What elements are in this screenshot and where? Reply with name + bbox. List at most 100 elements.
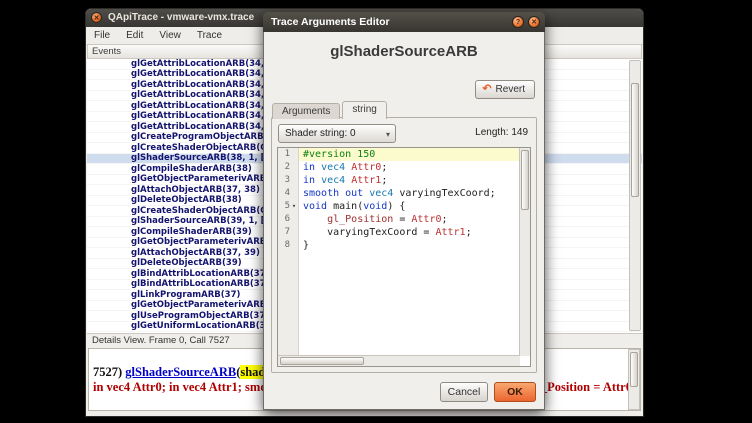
menu-view[interactable]: View xyxy=(151,27,189,44)
length-label: Length: 149 xyxy=(475,127,528,138)
trace-arguments-editor-dialog: Trace Arguments Editor ? ✕ glShaderSourc… xyxy=(263,12,545,410)
dialog-titlebar[interactable]: Trace Arguments Editor ? ✕ xyxy=(263,12,545,32)
code-token: Attr0 xyxy=(351,162,381,173)
code-token: smooth out xyxy=(303,188,363,199)
line-number: 4 xyxy=(278,187,290,200)
code-token: Attr0 xyxy=(411,214,441,225)
string-tab-panel: Shader string: 0 ▾ Length: 149 12345▾678… xyxy=(271,117,537,373)
event-label: glGetObjectParameterivARB(39 xyxy=(131,237,282,247)
dialog-body: glShaderSourceARB ↶ Revert Argumentsstri… xyxy=(263,32,545,410)
code-token: ; xyxy=(466,227,472,238)
event-label: glCompileShaderARB(38) xyxy=(131,164,252,174)
call-function-link[interactable]: glShaderSourceARB xyxy=(125,365,236,379)
gutter-line: 1 xyxy=(278,148,298,161)
code-token: vec4 xyxy=(369,188,393,199)
line-number: 6 xyxy=(278,213,290,226)
gutter-line: 7 xyxy=(278,226,298,239)
events-scrollbar-thumb[interactable] xyxy=(631,83,639,198)
gutter-line: 3 xyxy=(278,174,298,187)
event-label: glCompileShaderARB(39) xyxy=(131,227,252,237)
events-scrollbar[interactable] xyxy=(629,60,641,331)
chevron-down-icon: ▾ xyxy=(386,126,390,143)
event-label: glGetAttribLocationARB(34, At xyxy=(131,122,278,132)
code-token: in xyxy=(303,175,315,186)
code-line: in vec4 Attr0; xyxy=(299,161,530,174)
fold-spacer xyxy=(290,174,298,187)
code-token: ) { xyxy=(387,201,405,212)
event-label: glAttachObjectARB(37, 39) xyxy=(131,248,260,258)
gutter-line: 2 xyxy=(278,161,298,174)
code-token: void xyxy=(303,201,327,212)
ok-button[interactable]: OK xyxy=(494,382,536,402)
code-token: void xyxy=(363,201,387,212)
code-token: vec4 xyxy=(321,162,345,173)
editor-gutter: 12345▾678 xyxy=(278,148,299,366)
code-token: main( xyxy=(327,201,363,212)
fold-spacer xyxy=(290,148,298,161)
dialog-title: Trace Arguments Editor xyxy=(271,16,390,28)
tab-arguments[interactable]: Arguments xyxy=(272,103,340,119)
gutter-line: 6 xyxy=(278,213,298,226)
code-token: gl_Position xyxy=(327,214,393,225)
desktop: ✕ QApiTrace - vmware-vmx.trace FileEditV… xyxy=(0,0,752,423)
event-label: glAttachObjectARB(37, 38) xyxy=(131,185,260,195)
menu-trace[interactable]: Trace xyxy=(189,27,230,44)
editor-hscrollbar[interactable] xyxy=(278,355,520,366)
event-label: glGetAttribLocationARB(34, At xyxy=(131,69,278,79)
code-token: } xyxy=(303,240,309,251)
fold-spacer xyxy=(290,161,298,174)
event-label: glGetAttribLocationARB(34, At xyxy=(131,111,278,121)
code-token: varyingTexCoord = xyxy=(303,227,435,238)
code-token: ; xyxy=(442,214,448,225)
code-line: } xyxy=(299,239,530,252)
code-line: smooth out vec4 varyingTexCoord; xyxy=(299,187,530,200)
event-label: glDeleteObjectARB(39) xyxy=(131,258,242,268)
line-number: 5 xyxy=(278,200,290,213)
details-scrollbar[interactable] xyxy=(628,349,640,410)
event-label: glLinkProgramARB(37) xyxy=(131,290,240,300)
tab-string[interactable]: string xyxy=(342,101,386,119)
details-scrollbar-thumb[interactable] xyxy=(630,352,638,386)
code-token: Attr1 xyxy=(435,227,465,238)
code-token: in xyxy=(303,162,315,173)
gutter-line: 5▾ xyxy=(278,200,298,213)
function-heading: glShaderSourceARB xyxy=(264,43,544,60)
fold-spacer xyxy=(290,226,298,239)
close-icon[interactable]: ✕ xyxy=(91,12,102,23)
code-token: ; xyxy=(381,175,387,186)
code-line: void main(void) { xyxy=(299,200,530,213)
editor-vscrollbar[interactable] xyxy=(519,148,530,356)
code-line: varyingTexCoord = Attr1; xyxy=(299,226,530,239)
code-line: #version 150 xyxy=(299,148,530,161)
menu-edit[interactable]: Edit xyxy=(118,27,151,44)
gutter-line: 8 xyxy=(278,239,298,252)
editor-vscrollbar-thumb[interactable] xyxy=(521,150,529,210)
shader-string-select[interactable]: Shader string: 0 ▾ xyxy=(278,124,396,143)
code-line: gl_Position = Attr0; xyxy=(299,213,530,226)
event-label: glGetAttribLocationARB(34, Att xyxy=(131,59,282,69)
close-icon[interactable]: ✕ xyxy=(528,16,540,28)
revert-label: Revert xyxy=(496,84,525,95)
shader-source-editor[interactable]: 12345▾678 #version 150in vec4 Attr0;in v… xyxy=(277,147,531,367)
fold-arrow-icon[interactable]: ▾ xyxy=(290,200,298,213)
help-icon[interactable]: ? xyxy=(512,16,524,28)
menu-file[interactable]: File xyxy=(86,27,118,44)
event-label: glCreateShaderObjectARB(GL_V xyxy=(131,143,284,153)
event-label: glDeleteObjectARB(38) xyxy=(131,195,242,205)
code-token: vec4 xyxy=(321,175,345,186)
event-label: glGetAttribLocationARB(34, At xyxy=(131,80,278,90)
revert-button[interactable]: ↶ Revert xyxy=(475,80,535,99)
code-token: = xyxy=(393,214,411,225)
gutter-line: 4 xyxy=(278,187,298,200)
event-label: glGetAttribLocationARB(34, At xyxy=(131,101,278,111)
event-label: glBindAttribLocationARB(37, 0, xyxy=(131,269,281,279)
call-number: 7527) xyxy=(93,365,125,379)
event-label: glBindAttribLocationARB(37, 1, xyxy=(131,279,281,289)
editor-code[interactable]: #version 150in vec4 Attr0;in vec4 Attr1;… xyxy=(299,148,530,366)
editor-hscrollbar-thumb[interactable] xyxy=(280,357,364,365)
code-token: Attr1 xyxy=(351,175,381,186)
code-token: varyingTexCoord; xyxy=(393,188,495,199)
cancel-button[interactable]: Cancel xyxy=(440,382,488,402)
event-label: glGetAttribLocationARB(34, At xyxy=(131,90,278,100)
fold-spacer xyxy=(290,239,298,252)
